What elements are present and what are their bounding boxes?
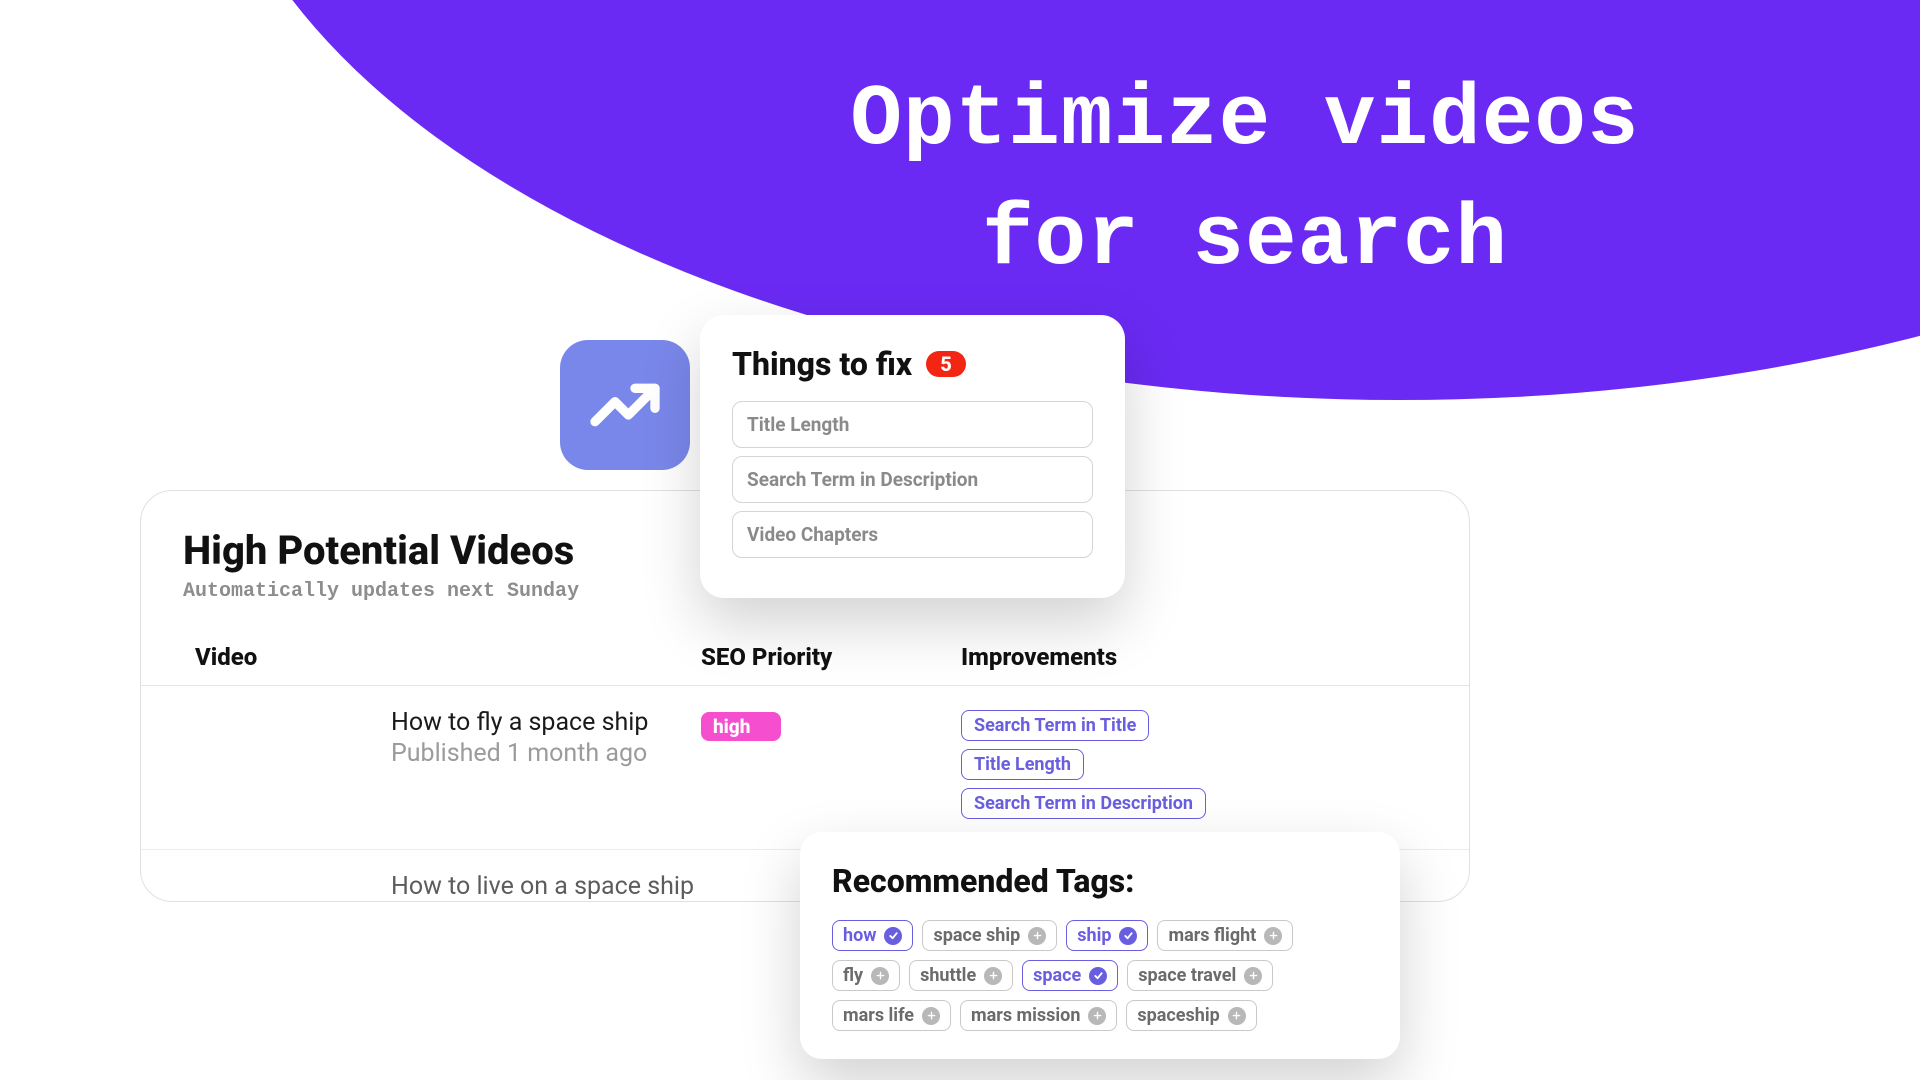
tags-list: how space ship ship mars flight fly shuttle sp… xyxy=(832,920,1368,1031)
tag-label: how xyxy=(843,925,876,946)
hero-title: Optimize videos for search xyxy=(650,60,1840,301)
tag-label: spaceship xyxy=(1137,1005,1219,1026)
column-seo-priority: SEO Priority xyxy=(701,643,961,671)
tag-label: fly xyxy=(843,965,863,986)
check-icon xyxy=(1119,927,1137,945)
tag-pill[interactable]: space ship xyxy=(922,920,1057,951)
tag-pill[interactable]: space xyxy=(1022,960,1118,991)
improvement-pill[interactable]: Title Length xyxy=(961,749,1084,780)
plus-icon xyxy=(1228,1007,1246,1025)
tag-label: ship xyxy=(1077,925,1111,946)
table-row[interactable]: How to fly a space ship Published 1 mont… xyxy=(141,686,1469,850)
tag-label: space xyxy=(1033,965,1081,986)
tag-label: space ship xyxy=(933,925,1020,946)
check-icon xyxy=(884,927,902,945)
tag-pill[interactable]: fly xyxy=(832,960,900,991)
hero-line1: Optimize videos xyxy=(850,71,1639,169)
things-to-fix-card: Things to fix 5 Title Length Search Term… xyxy=(700,315,1125,598)
tag-label: shuttle xyxy=(920,965,976,986)
video-title: How to live on a space ship xyxy=(391,872,701,901)
column-video: Video xyxy=(141,643,701,671)
fix-item[interactable]: Video Chapters xyxy=(732,511,1093,558)
tag-pill[interactable]: mars mission xyxy=(960,1000,1117,1031)
plus-icon xyxy=(871,967,889,985)
things-to-fix-title: Things to fix xyxy=(732,345,912,383)
things-to-fix-count-badge: 5 xyxy=(926,351,966,377)
plus-icon xyxy=(1264,927,1282,945)
table-header: Video SEO Priority Improvements xyxy=(141,629,1469,686)
improvement-pill[interactable]: Search Term in Description xyxy=(961,788,1206,819)
fix-item[interactable]: Search Term in Description xyxy=(732,456,1093,503)
trend-up-icon xyxy=(560,340,690,470)
plus-icon xyxy=(1244,967,1262,985)
check-icon xyxy=(1089,967,1107,985)
plus-icon xyxy=(1028,927,1046,945)
tag-label: mars mission xyxy=(971,1005,1080,1026)
tag-label: mars flight xyxy=(1168,925,1256,946)
improvement-pill[interactable]: Search Term in Title xyxy=(961,710,1149,741)
tag-pill[interactable]: shuttle xyxy=(909,960,1013,991)
video-title: How to fly a space ship xyxy=(391,708,701,737)
fix-item[interactable]: Title Length xyxy=(732,401,1093,448)
tag-pill[interactable]: spaceship xyxy=(1126,1000,1256,1031)
tag-pill[interactable]: space travel xyxy=(1127,960,1273,991)
tag-pill[interactable]: mars flight xyxy=(1157,920,1293,951)
tag-pill[interactable]: mars life xyxy=(832,1000,951,1031)
tag-label: space travel xyxy=(1138,965,1236,986)
tag-label: mars life xyxy=(843,1005,914,1026)
hero-line2: for search xyxy=(982,191,1508,289)
plus-icon xyxy=(922,1007,940,1025)
seo-priority-badge: high xyxy=(701,712,781,741)
column-improvements: Improvements xyxy=(961,643,1469,671)
plus-icon xyxy=(984,967,1002,985)
plus-icon xyxy=(1088,1007,1106,1025)
tag-pill[interactable]: ship xyxy=(1066,920,1148,951)
recommended-tags-title: Recommended Tags: xyxy=(832,862,1368,900)
video-published: Published 1 month ago xyxy=(391,739,701,768)
recommended-tags-card: Recommended Tags: how space ship ship mars … xyxy=(800,832,1400,1059)
tag-pill[interactable]: how xyxy=(832,920,913,951)
